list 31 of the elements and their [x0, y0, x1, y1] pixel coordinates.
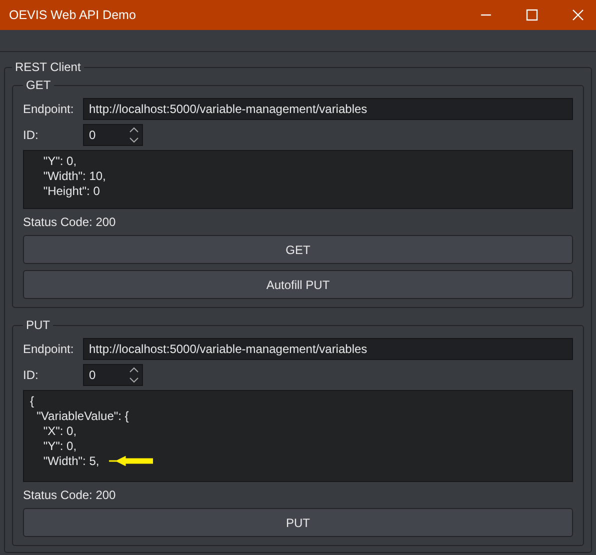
endpoint-field[interactable]: http://localhost:5000/variable-management/variables [83, 338, 573, 360]
action-button[interactable]: PUT [23, 508, 573, 537]
field-label: Endpoint: [23, 342, 75, 356]
action-button[interactable]: Autofill PUT [23, 270, 573, 299]
spin-arrows-icon[interactable] [129, 126, 139, 144]
code-line: "Y": 0, [42, 154, 77, 168]
field-label: ID: [23, 128, 40, 142]
json-text-area[interactable]: "Y": 0, "Width": 10, "Height": 0 [23, 150, 573, 209]
json-text-area[interactable]: { "VariableValue": { "X": 0, "Y": 0, "Width": 5, [23, 390, 573, 482]
code-line: "Width": 5, [42, 454, 100, 468]
code-line: "Width": 10, [42, 168, 106, 182]
status-code: Status Code: 200 [23, 488, 117, 502]
code-line: { [30, 394, 34, 408]
close-icon[interactable] [572, 9, 584, 21]
window-title: OEVIS Web API Demo [9, 8, 136, 22]
field-label: ID: [23, 368, 40, 382]
code-line: "X": 0, [42, 424, 77, 438]
code-line: "Y": 0, [42, 438, 77, 452]
maximize-icon[interactable] [526, 9, 538, 21]
section-title: PUT [25, 318, 51, 332]
endpoint-field[interactable]: http://localhost:5000/variable-management/variables [83, 98, 573, 120]
id-spinbox[interactable]: 0 [83, 124, 143, 146]
group-title: REST Client [14, 60, 82, 74]
code-line: "VariableValue": { [36, 408, 129, 422]
id-spinbox[interactable]: 0 [83, 364, 143, 386]
field-label: Endpoint: [23, 102, 75, 116]
spin-arrows-icon[interactable] [129, 366, 139, 384]
section-title: GET [25, 78, 52, 92]
code-line: "Height": 0 [42, 184, 100, 198]
action-button[interactable]: GET [23, 235, 573, 264]
status-code: Status Code: 200 [23, 215, 117, 229]
